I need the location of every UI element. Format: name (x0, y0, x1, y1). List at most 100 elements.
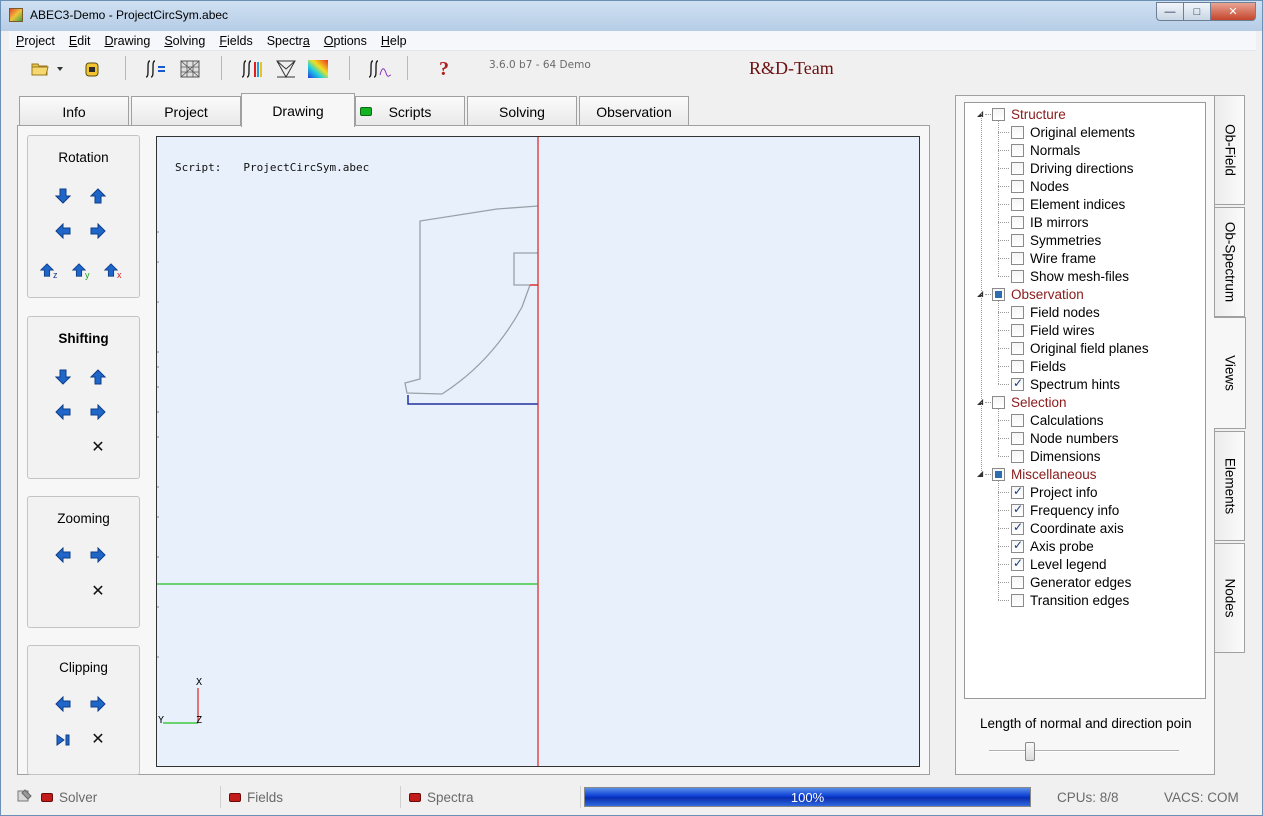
item-checkbox[interactable] (1011, 556, 1024, 571)
tree-item-generator-edges[interactable]: Generator edges (1011, 573, 1131, 591)
rotate-up-icon[interactable] (90, 188, 106, 204)
menu-spectra[interactable]: Spectra (260, 34, 317, 48)
vtab-elements[interactable]: Elements (1215, 431, 1245, 541)
item-checkbox[interactable] (1011, 575, 1024, 589)
item-checkbox[interactable] (1011, 449, 1024, 463)
tree-group-selection[interactable]: Selection (992, 393, 1067, 411)
tree-group-miscellaneous[interactable]: Miscellaneous (992, 465, 1097, 483)
color-field-icon[interactable] (305, 56, 331, 82)
item-checkbox[interactable] (1011, 269, 1024, 283)
item-checkbox[interactable] (1011, 341, 1024, 355)
tree-item-normals[interactable]: Normals (1011, 141, 1080, 159)
minimize-icon[interactable]: — (1156, 2, 1183, 21)
item-checkbox[interactable] (1011, 161, 1024, 175)
tree-item-axis-probe[interactable]: Axis probe (1011, 537, 1094, 555)
group-checkbox[interactable] (992, 287, 1005, 301)
item-checkbox[interactable] (1011, 538, 1024, 553)
tree-group-observation[interactable]: Observation (992, 285, 1084, 303)
tab-project[interactable]: Project (131, 96, 241, 126)
tree-group-structure[interactable]: Structure (992, 105, 1066, 123)
length-slider-track[interactable] (989, 750, 1179, 752)
tree-item-nodes[interactable]: Nodes (1011, 177, 1069, 195)
group-checkbox[interactable] (992, 107, 1005, 121)
menu-drawing[interactable]: Drawing (97, 34, 157, 48)
item-checkbox[interactable] (1011, 502, 1024, 517)
clip-step-icon[interactable] (55, 732, 71, 748)
clip-reset-icon[interactable]: ✕ (91, 732, 105, 748)
item-checkbox[interactable] (1011, 520, 1024, 535)
drawing-canvas[interactable]: Script: ProjectCircSym.abec X Y Z (156, 136, 920, 767)
tab-info[interactable]: Info (19, 96, 129, 126)
tree-item-spectrum-hints[interactable]: Spectrum hints (1011, 375, 1120, 393)
tree-item-original-field-planes[interactable]: Original field planes (1011, 339, 1149, 357)
zoom-in-icon[interactable] (90, 547, 106, 563)
item-checkbox[interactable] (1011, 125, 1024, 139)
item-checkbox[interactable] (1011, 179, 1024, 193)
status-tool-icon[interactable] (17, 789, 33, 803)
probe-sum-icon[interactable] (367, 56, 393, 82)
maximize-icon[interactable]: □ (1183, 2, 1210, 21)
tree-item-fields[interactable]: Fields (1011, 357, 1066, 375)
tab-observation[interactable]: Observation (579, 96, 689, 126)
clip-left-icon[interactable] (55, 696, 71, 712)
tree-item-project-info[interactable]: Project info (1011, 483, 1098, 501)
spectra-sum-icon[interactable] (239, 56, 265, 82)
tab-solving[interactable]: Solving (467, 96, 577, 126)
item-checkbox[interactable] (1011, 305, 1024, 319)
tree-item-element-indices[interactable]: Element indices (1011, 195, 1125, 213)
tab-scripts[interactable]: Scripts (355, 96, 465, 126)
tree-item-ib-mirrors[interactable]: IB mirrors (1011, 213, 1089, 231)
tree-item-node-numbers[interactable]: Node numbers (1011, 429, 1119, 447)
rotate-left-icon[interactable] (55, 223, 71, 239)
shift-left-icon[interactable] (55, 404, 71, 420)
vtab-views[interactable]: Views (1214, 317, 1246, 429)
zoom-reset-icon[interactable]: ✕ (91, 584, 105, 600)
item-checkbox[interactable] (1011, 323, 1024, 337)
shift-up-icon[interactable] (90, 369, 106, 385)
tree-item-original-elements[interactable]: Original elements (1011, 123, 1135, 141)
rotate-x-icon[interactable]: x (104, 263, 124, 281)
item-checkbox[interactable] (1011, 143, 1024, 157)
close-icon[interactable]: ✕ (1210, 2, 1256, 21)
zoom-out-icon[interactable] (55, 547, 71, 563)
vtab-nodes[interactable]: Nodes (1215, 543, 1245, 653)
open-folder-icon[interactable] (27, 56, 53, 82)
tree-item-driving-directions[interactable]: Driving directions (1011, 159, 1134, 177)
item-checkbox[interactable] (1011, 233, 1024, 247)
vtab-ob-spectrum[interactable]: Ob-Spectrum (1215, 207, 1245, 317)
database-icon[interactable] (79, 56, 105, 82)
item-checkbox[interactable] (1011, 197, 1024, 211)
wire-pyramid-icon[interactable] (273, 56, 299, 82)
item-checkbox[interactable] (1011, 413, 1024, 427)
item-checkbox[interactable] (1011, 376, 1024, 391)
shift-down-icon[interactable] (55, 369, 71, 385)
tab-drawing[interactable]: Drawing (241, 93, 355, 127)
rotate-right-icon[interactable] (90, 223, 106, 239)
item-checkbox[interactable] (1011, 359, 1024, 373)
solver-sum-icon[interactable] (143, 56, 169, 82)
item-checkbox[interactable] (1011, 215, 1024, 229)
tree-item-coordinate-axis[interactable]: Coordinate axis (1011, 519, 1124, 537)
tree-item-level-legend[interactable]: Level legend (1011, 555, 1107, 573)
rotate-y-icon[interactable]: y (72, 263, 92, 281)
group-checkbox[interactable] (992, 395, 1005, 409)
tree-item-field-nodes[interactable]: Field nodes (1011, 303, 1100, 321)
clip-right-icon[interactable] (90, 696, 106, 712)
tree-item-dimensions[interactable]: Dimensions (1011, 447, 1101, 465)
menu-solving[interactable]: Solving (157, 34, 212, 48)
menu-options[interactable]: Options (317, 34, 374, 48)
item-checkbox[interactable] (1011, 431, 1024, 445)
shift-right-icon[interactable] (90, 404, 106, 420)
menu-project[interactable]: Project (9, 34, 62, 48)
tree-item-transition-edges[interactable]: Transition edges (1011, 591, 1129, 609)
tree-item-frequency-info[interactable]: Frequency info (1011, 501, 1119, 519)
mesh-icon[interactable] (177, 56, 203, 82)
rotate-down-icon[interactable] (55, 188, 71, 204)
tree-item-calculations[interactable]: Calculations (1011, 411, 1104, 429)
tree-item-wire-frame[interactable]: Wire frame (1011, 249, 1096, 267)
help-icon[interactable]: ? (431, 56, 457, 82)
item-checkbox[interactable] (1011, 251, 1024, 265)
length-slider-thumb[interactable] (1025, 742, 1035, 761)
tree-item-show-mesh-files[interactable]: Show mesh-files (1011, 267, 1129, 285)
menu-edit[interactable]: Edit (62, 34, 98, 48)
